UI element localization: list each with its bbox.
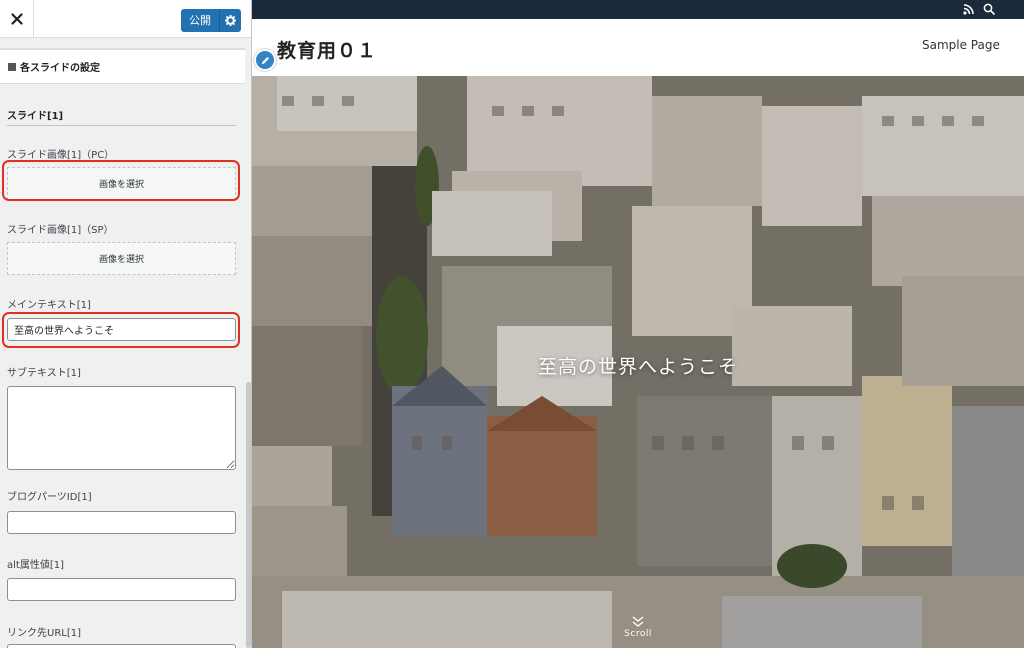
customizer-sidebar: 公開 各スライドの設定 スライド[1] スライド画像[1]（PC） 画像を選択 …	[0, 0, 252, 648]
divider	[7, 125, 236, 126]
hero-main-text: 至高の世界へようこそ	[537, 356, 738, 378]
section-title-text: 各スライドの設定	[20, 63, 100, 74]
gear-icon	[225, 15, 236, 26]
sub-text-label: サブテキスト[1]	[7, 368, 81, 379]
square-bullet-icon	[8, 62, 16, 71]
site-header: 教育用０１ Sample Page	[252, 19, 1024, 76]
site-preview: 教育用０１ Sample Page 至高の世界へようこそ Scroll	[252, 0, 1024, 648]
slide-image-pc-select-button[interactable]: 画像を選択	[7, 167, 236, 200]
slide-heading: スライド[1]	[7, 111, 64, 122]
site-title[interactable]: 教育用０１	[277, 36, 377, 63]
link-url-label: リンク先URL[1]	[7, 628, 82, 639]
chevron-double-down-icon	[632, 616, 644, 627]
rss-icon[interactable]	[963, 4, 974, 15]
main-text-label: メインテキスト[1]	[7, 300, 91, 311]
publish-button-label: 公開	[181, 9, 220, 32]
nav-item-sample-page[interactable]: Sample Page	[922, 38, 1000, 52]
section-title: 各スライドの設定	[0, 48, 245, 84]
main-text-input[interactable]	[7, 318, 236, 341]
scroll-label: Scroll	[624, 629, 652, 639]
slide-image-sp-select-button[interactable]: 画像を選択	[7, 242, 236, 275]
publish-button[interactable]: 公開	[181, 9, 241, 32]
close-icon	[10, 13, 23, 25]
edit-pencil-icon	[261, 56, 269, 64]
alt-attribute-input[interactable]	[7, 578, 236, 601]
sidebar-scrollbar[interactable]	[245, 38, 251, 648]
close-customizer-button[interactable]	[0, 0, 34, 38]
top-bar	[252, 0, 1024, 19]
scrollbar-thumb[interactable]	[246, 382, 251, 648]
link-url-input[interactable]	[7, 644, 236, 648]
hero-slider: 至高の世界へようこそ Scroll	[252, 76, 1024, 648]
slide-image-pc-label: スライド画像[1]（PC）	[7, 150, 115, 161]
scroll-indicator[interactable]: Scroll	[615, 616, 661, 639]
blog-parts-id-label: ブログパーツID[1]	[7, 492, 92, 503]
alt-attribute-label: alt属性値[1]	[7, 560, 64, 571]
sub-text-textarea[interactable]	[7, 386, 236, 470]
edit-shortcut-button[interactable]	[254, 49, 276, 71]
search-icon[interactable]	[983, 3, 995, 15]
blog-parts-id-input[interactable]	[7, 511, 236, 534]
publish-settings-button[interactable]	[220, 9, 241, 32]
slide-image-sp-label: スライド画像[1]（SP）	[7, 225, 114, 236]
customizer-header: 公開	[0, 0, 251, 38]
